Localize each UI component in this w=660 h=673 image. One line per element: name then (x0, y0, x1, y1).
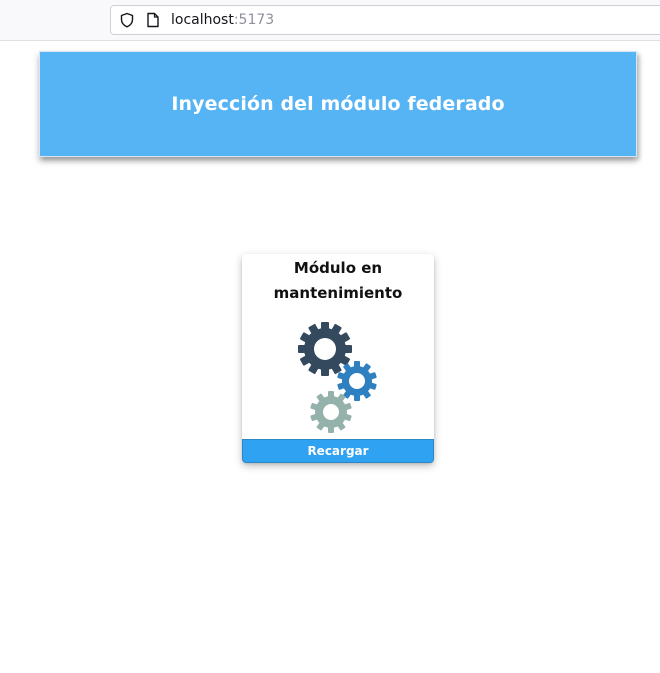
address-bar[interactable]: localhost:5173 (110, 5, 660, 35)
page-icon[interactable] (145, 12, 161, 28)
shield-icon[interactable] (119, 12, 135, 28)
reload-button[interactable]: Recargar (242, 439, 434, 463)
gears-icon (298, 322, 377, 433)
url-text[interactable]: localhost:5173 (171, 12, 274, 28)
card-title: Módulo en mantenimiento (273, 259, 403, 302)
browser-toolbar: localhost:5173 (0, 0, 660, 41)
header-banner: Inyección del módulo federado (39, 51, 637, 157)
maintenance-card: Módulo en mantenimiento Recargar (242, 254, 434, 463)
url-host: localhost (171, 12, 234, 28)
page-title: Inyección del módulo federado (171, 93, 505, 115)
url-port: :5173 (233, 12, 275, 28)
